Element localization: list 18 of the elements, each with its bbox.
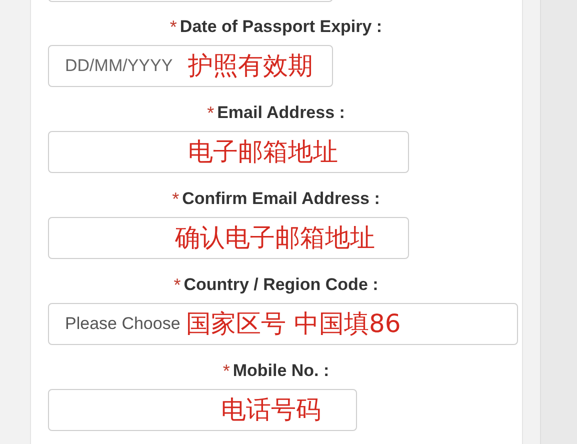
field-label: Confirm Email Address : [182,189,380,209]
input-field[interactable] [48,217,409,259]
annotation-text: 电话号码 [221,394,321,426]
annotation-text: 护照有效期 [188,50,313,82]
annotation-text: 确认电子邮箱地址 [175,222,375,254]
input-field[interactable] [48,131,409,173]
annotation-text: 电子邮箱地址 [188,136,338,168]
required-mark: * [172,188,180,210]
required-mark: * [207,102,214,124]
field-label: Email Address : [217,103,345,123]
required-mark: * [170,16,177,38]
field-label: Mobile No. : [232,361,330,381]
field-label: Country / Region Code : [184,275,378,295]
required-mark: * [222,360,230,382]
required-mark: * [174,274,181,296]
field-label: Date of Passport Expiry : [180,17,382,37]
input-field[interactable] [48,389,357,431]
annotation-text: 国家区号 中国填86 [186,308,401,340]
